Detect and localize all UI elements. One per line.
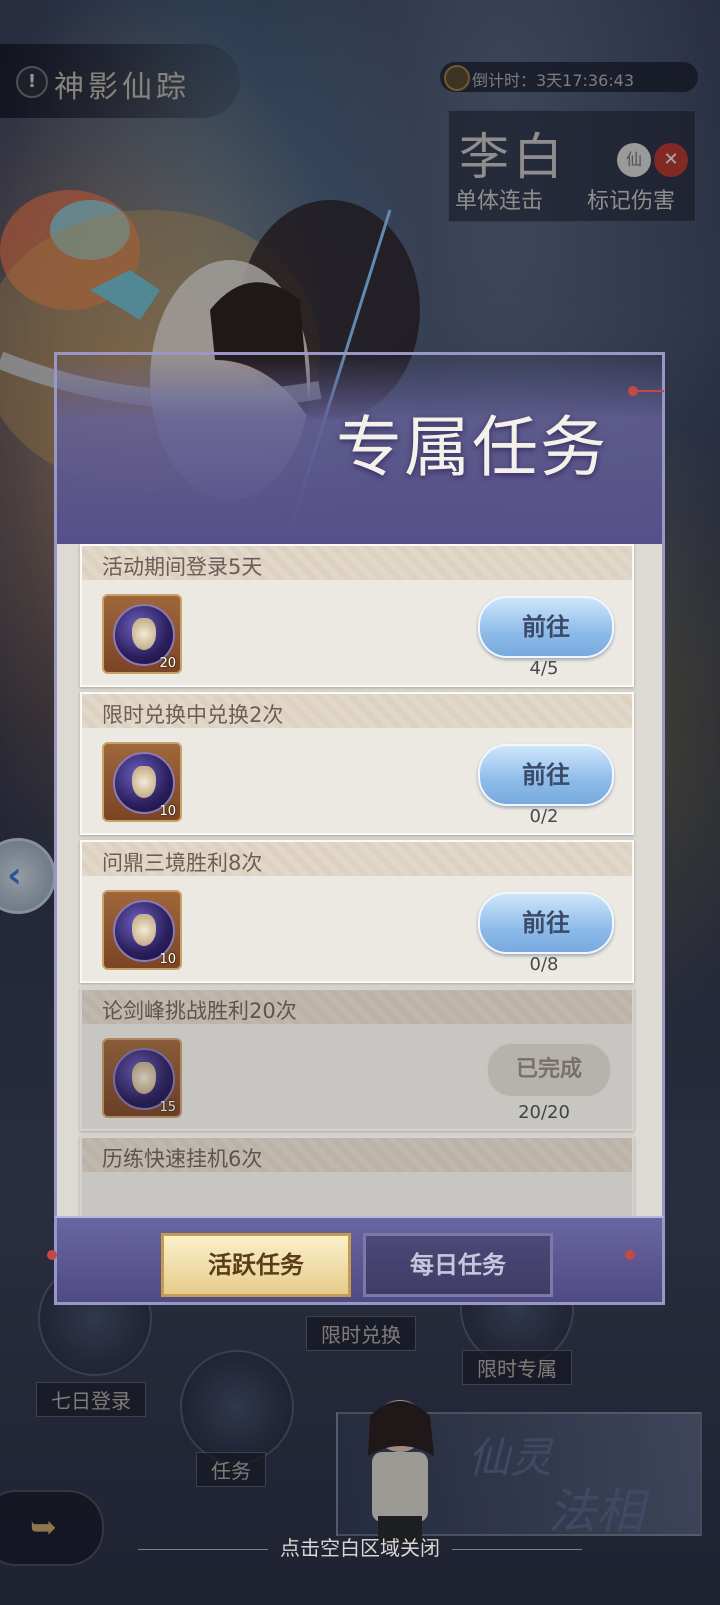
task-card: 限时兑换中兑换2次 10 前往 0/2	[80, 692, 634, 835]
task-header: 论剑峰挑战胜利20次	[82, 990, 632, 1024]
frame-pin-bar	[638, 390, 664, 392]
task-card: 问鼎三境胜利8次 10 前往 0/8	[80, 840, 634, 983]
task-name: 问鼎三境胜利8次	[102, 851, 263, 875]
reward-item[interactable]: 20	[102, 594, 182, 674]
frame-pin-right-bottom	[625, 1250, 635, 1260]
task-header: 活动期间登录5天	[82, 546, 632, 580]
task-card: 历练快速挂机6次	[80, 1136, 634, 1216]
task-header: 问鼎三境胜利8次	[82, 842, 632, 876]
go-button[interactable]: 前往	[478, 744, 614, 806]
reward-item[interactable]: 15	[102, 1038, 182, 1118]
task-header: 限时兑换中兑换2次	[82, 694, 632, 728]
task-progress: 0/2	[529, 806, 559, 827]
task-name: 论剑峰挑战胜利20次	[102, 999, 297, 1023]
go-button[interactable]: 前往	[478, 596, 614, 658]
reward-item[interactable]: 10	[102, 742, 182, 822]
task-card: 活动期间登录5天 20 前往 4/5	[80, 544, 634, 687]
task-card-completed: 论剑峰挑战胜利20次 15 已完成 20/20	[80, 988, 634, 1131]
frame-pin-right	[628, 386, 638, 396]
completed-button: 已完成	[486, 1042, 612, 1098]
dialog-tab-bar: 活跃任务 每日任务	[47, 1216, 665, 1305]
divider-left	[138, 1549, 268, 1550]
tab-daily-tasks[interactable]: 每日任务	[363, 1233, 553, 1297]
close-hint[interactable]: 点击空白区域关闭	[0, 1532, 720, 1561]
task-name: 限时兑换中兑换2次	[102, 703, 284, 727]
go-button[interactable]: 前往	[478, 892, 614, 954]
task-name: 历练快速挂机6次	[102, 1147, 263, 1171]
task-progress: 20/20	[518, 1102, 570, 1123]
task-name: 活动期间登录5天	[102, 555, 263, 579]
frame-pin-left	[47, 1250, 57, 1260]
tab-active-tasks[interactable]: 活跃任务	[161, 1233, 351, 1297]
reward-quantity: 20	[159, 656, 176, 671]
reward-quantity: 10	[159, 952, 176, 967]
reward-quantity: 15	[159, 1100, 176, 1115]
reward-item[interactable]: 10	[102, 890, 182, 970]
exclusive-task-dialog: 专属任务 活动期间登录5天 20 前往 4/5 限时兑换中兑换2次 10 前往 …	[47, 352, 665, 1305]
task-progress: 0/8	[529, 954, 559, 975]
task-list[interactable]: 活动期间登录5天 20 前往 4/5 限时兑换中兑换2次 10 前往 0/2 问…	[54, 544, 665, 1216]
dialog-header: 专属任务	[54, 352, 665, 544]
close-hint-text: 点击空白区域关闭	[280, 1536, 440, 1560]
task-progress: 4/5	[529, 658, 559, 679]
task-header: 历练快速挂机6次	[82, 1138, 632, 1172]
dialog-title: 专属任务	[336, 409, 608, 486]
reward-quantity: 10	[159, 804, 176, 819]
divider-right	[452, 1549, 582, 1550]
